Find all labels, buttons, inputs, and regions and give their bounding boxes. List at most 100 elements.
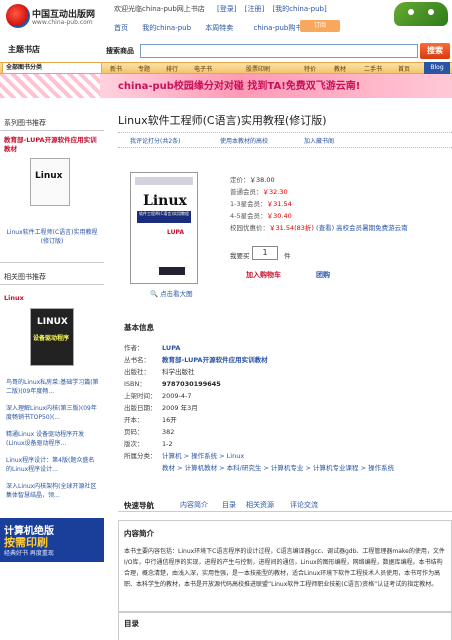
top-nav: 首页 我的china-pub 本周特卖 china-pub购书卡 bbox=[114, 23, 309, 33]
category-path-1[interactable]: 计算机 > 操作系统 > Linux bbox=[162, 452, 244, 460]
category-path-2[interactable]: 教材 > 计算机教材 > 本科/研究生 > 计算机专业 > 计算机专业课程 > … bbox=[162, 464, 394, 472]
related-book-cover-word: LINUX bbox=[37, 317, 68, 327]
quantity-label: 我要买 bbox=[230, 252, 250, 260]
zoom-link[interactable]: 🔍 点击看大图 bbox=[150, 288, 193, 298]
cat-home[interactable]: 首页 bbox=[398, 64, 410, 73]
search-input[interactable] bbox=[140, 44, 418, 58]
mascot-eye-icon bbox=[428, 9, 434, 15]
login-link[interactable]: [登录] bbox=[217, 5, 236, 13]
info-isbn: ISBN： 9787030199645 bbox=[124, 380, 221, 388]
register-link[interactable]: [注册] bbox=[245, 5, 264, 13]
cover-badge: LUPA bbox=[167, 229, 184, 236]
cover-title: Linux bbox=[143, 193, 187, 209]
intro-text: 本书主要内容包括：Linux环境下C语言程序的设计过程，C语言编译器gcc、调试… bbox=[124, 548, 445, 588]
search-row: 主题书店 搜索商品 搜索 bbox=[0, 42, 452, 62]
related-link[interactable]: 鸟哥的Linux私房菜:基础学习篇(第二版)(09年度畅... bbox=[6, 378, 100, 396]
series-name[interactable]: 教育部-LUPA开源软件应用实训教材 bbox=[4, 136, 100, 154]
toc-heading: 目录 bbox=[124, 619, 139, 628]
nav-comments-link[interactable]: 评论交流 bbox=[290, 500, 318, 510]
cat-used[interactable]: 二手书 bbox=[364, 64, 382, 73]
cat-topic[interactable]: 专题 bbox=[138, 64, 150, 73]
promo-banner-text: china-pub校园缘分对对碰 找到TA!免费双飞游云南! bbox=[118, 81, 361, 92]
review-link[interactable]: 我评论打分(共2条) bbox=[130, 136, 181, 145]
cover-band bbox=[135, 177, 193, 185]
add-to-cart-button[interactable]: 加入购物车 bbox=[246, 270, 281, 280]
zoom-link-text: 点击看大图 bbox=[160, 290, 193, 298]
publisher-logo-icon bbox=[159, 267, 185, 275]
welcome-bar: 欢迎光临china-pub网上书店 [登录] [注册] [我的china-pub… bbox=[114, 4, 327, 14]
series-book-cover[interactable]: Linux bbox=[30, 158, 70, 206]
related-book-cover[interactable]: LINUX 设备驱动程序 bbox=[30, 308, 74, 366]
quantity-unit: 件 bbox=[284, 252, 291, 260]
nav-weekly-sale[interactable]: 本周特卖 bbox=[205, 24, 233, 32]
info-category-2: 教材 > 计算机教材 > 本科/研究生 > 计算机专业 > 计算机专业课程 > … bbox=[162, 462, 394, 472]
welcome-text: 欢迎光临china-pub网上书店 bbox=[114, 5, 205, 13]
series-book-cover-word: Linux bbox=[35, 171, 63, 181]
cat-ebook[interactable]: 电子书 bbox=[194, 64, 212, 73]
nav-resources-link[interactable]: 相关资源 bbox=[246, 500, 274, 510]
quantity-input[interactable]: 1 bbox=[252, 246, 278, 260]
divider bbox=[0, 284, 104, 285]
basic-info-heading: 基本信息 bbox=[124, 323, 154, 332]
related-link[interactable]: 深入理解Linux内核(第三版)(09年度畅销书TOP50)(... bbox=[6, 404, 100, 422]
cat-rank[interactable]: 排行 bbox=[166, 64, 178, 73]
my-account-link[interactable]: [我的china-pub] bbox=[272, 5, 326, 13]
favorite-link[interactable]: 加入藏书阁 bbox=[304, 136, 334, 145]
price-star13: 1-3星会员：￥31.54 bbox=[230, 200, 292, 208]
group-buy-button[interactable]: 团购 bbox=[316, 270, 330, 280]
toc-panel bbox=[118, 612, 452, 640]
price-member: 普通会员：￥32.30 bbox=[230, 188, 288, 196]
magnifier-icon: 🔍 bbox=[150, 290, 159, 298]
info-shelf-date: 上架时间： 2009-4-7 bbox=[124, 392, 192, 400]
info-publisher: 出版社： 科学出版社 bbox=[124, 368, 195, 376]
author-link[interactable]: LUPA bbox=[162, 344, 180, 352]
cat-sale[interactable]: 特价 bbox=[304, 64, 316, 73]
related-link[interactable]: 深入Linux内核架构(全球开源社区集体智慧结晶，领... bbox=[6, 482, 100, 500]
cat-new[interactable]: 新书 bbox=[110, 64, 122, 73]
all-categories-button[interactable]: 全部图书分类 bbox=[2, 62, 102, 74]
price-campus: 校园优惠价：￥31.54(83折) (查看) 高校会员暑期免费游云南 bbox=[230, 224, 408, 232]
page-title: Linux软件工程师(C语言)实用教程(修订版) bbox=[118, 114, 327, 127]
price-star45: 4-5星会员：￥30.40 bbox=[230, 212, 292, 220]
series-heading: 系列图书推荐 bbox=[4, 119, 46, 127]
divider bbox=[0, 130, 104, 131]
nav-my-chinapub[interactable]: 我的china-pub bbox=[142, 24, 191, 32]
nav-home[interactable]: 首页 bbox=[114, 24, 128, 32]
info-author: 作者： LUPA bbox=[124, 344, 181, 352]
info-series: 丛书名： 教育部-LUPA开源软件应用实训教材 bbox=[124, 356, 268, 364]
info-category: 所属分类： 计算机 > 操作系统 > Linux bbox=[124, 452, 245, 460]
subscribe-badge[interactable]: 订阅 bbox=[300, 20, 340, 32]
related-book-cover-sub: 设备驱动程序 bbox=[33, 335, 70, 342]
cover-subtitle: 软件工程师(C语言)实用教程 bbox=[137, 211, 191, 223]
price-list-price: 定价：￥38.00 bbox=[230, 176, 275, 184]
series-book-link[interactable]: Linux软件工程师(C语言)实用教程(修订版) bbox=[4, 228, 100, 246]
blog-tab[interactable]: Blog bbox=[424, 62, 450, 74]
cat-textbook[interactable]: 教材 bbox=[334, 64, 346, 73]
campus-promo-link[interactable]: (查看) 高校会员暑期免费游云南 bbox=[316, 224, 408, 232]
nav-intro-link[interactable]: 内容简介 bbox=[180, 500, 208, 510]
info-pub-date: 出版日期： 2009 年3月 bbox=[124, 404, 198, 412]
mascot-eye-icon bbox=[408, 9, 414, 15]
info-format: 开本： 16开 bbox=[124, 416, 177, 424]
search-button[interactable]: 搜索 bbox=[420, 43, 450, 59]
schools-link[interactable]: 使用本教材的高校 bbox=[220, 136, 268, 145]
related-link[interactable]: Linux程序设计：第4版(题众盛名的Linux程序设计... bbox=[6, 456, 100, 474]
info-edition: 版次： 1-2 bbox=[124, 440, 173, 448]
info-pages: 页码： 382 bbox=[124, 428, 175, 436]
quick-nav-title: 快速导航 bbox=[124, 501, 154, 510]
related-label: Linux bbox=[4, 294, 24, 302]
cat-pod[interactable]: 股票印刷 bbox=[246, 64, 270, 73]
related-link[interactable]: 精通Linux 设备驱动程序开发(Linux设备驱动程序... bbox=[6, 430, 100, 448]
theme-shop-label[interactable]: 主题书店 bbox=[8, 44, 40, 55]
banner-decoration bbox=[0, 74, 100, 98]
intro-heading: 内容简介 bbox=[124, 529, 154, 538]
search-label: 搜索商品 bbox=[106, 47, 134, 55]
related-heading: 相关图书推荐 bbox=[4, 273, 46, 281]
pod-ad-line3: 经典好书 再度重现 bbox=[4, 550, 54, 557]
logo-icon bbox=[6, 4, 30, 28]
nav-toc-link[interactable]: 目录 bbox=[222, 500, 236, 510]
book-cover[interactable]: Linux 软件工程师(C语言)实用教程 LUPA bbox=[130, 172, 198, 284]
series-link[interactable]: 教育部-LUPA开源软件应用实训教材 bbox=[162, 356, 268, 364]
site-logo[interactable]: 中国互动出版网 www.china-pub.com bbox=[6, 4, 95, 34]
logo-text-en: www.china-pub.com bbox=[32, 19, 93, 26]
